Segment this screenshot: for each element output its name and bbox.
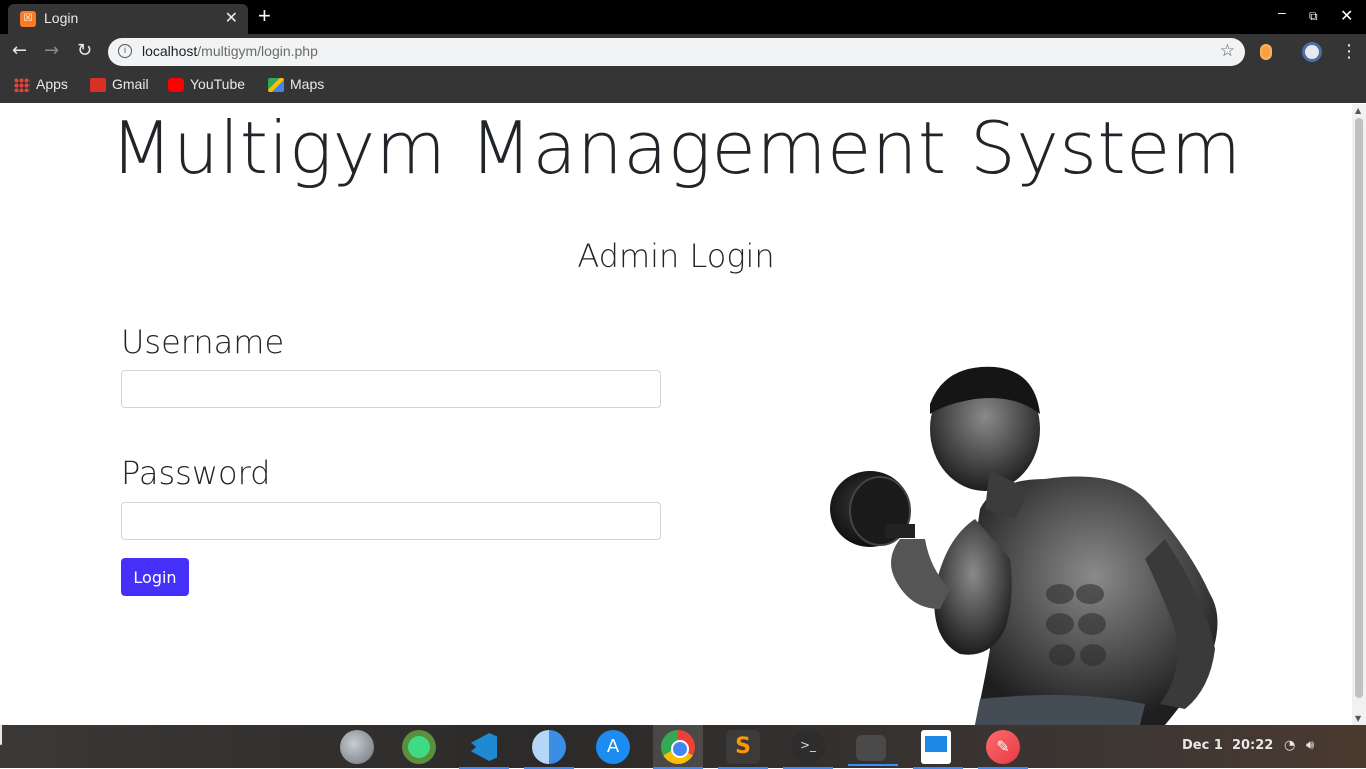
browser-toolbar: ← → ↻ i localhost/multigym/login.php ☆ ⋮ [0, 34, 1366, 70]
finder-app-icon[interactable] [524, 730, 574, 769]
bookmark-label: Gmail [112, 76, 149, 92]
writer-app-icon[interactable] [913, 730, 963, 769]
browser-tab-strip: ☒ Login ✕ + – ⧉ ✕ [0, 0, 1366, 34]
android-studio-app-icon[interactable] [402, 730, 436, 764]
username-label: Username [121, 323, 285, 361]
extension-icon[interactable] [1260, 44, 1272, 60]
reload-icon[interactable]: ↻ [77, 40, 92, 61]
url-host: localhost [142, 43, 198, 59]
clock-date: Dec 1 [1182, 738, 1223, 753]
info-icon[interactable]: i [118, 44, 132, 58]
scrollbar-thumb[interactable] [1355, 118, 1363, 698]
scroll-down-arrow-icon[interactable]: ▼ [1355, 714, 1361, 723]
menu-kebab-icon[interactable]: ⋮ [1340, 41, 1358, 62]
bookmark-label: Apps [36, 76, 68, 92]
bookmark-label: YouTube [190, 76, 246, 92]
password-input[interactable] [121, 502, 661, 540]
login-button[interactable]: Login [121, 558, 189, 596]
address-bar[interactable]: i localhost/multigym/login.php ☆ [108, 38, 1245, 66]
gmail-icon [90, 78, 106, 93]
terminal-app-icon[interactable]: >_ [783, 730, 833, 769]
clock-time: 20:22 [1231, 738, 1274, 753]
back-arrow-icon[interactable]: ← [12, 40, 27, 61]
sublime-text-app-icon[interactable]: S [718, 730, 768, 769]
username-input[interactable] [121, 370, 661, 408]
youtube-icon [168, 78, 184, 93]
tab-title: Login [44, 10, 79, 26]
volume-icon[interactable]: 🔊︎ [1306, 738, 1314, 753]
profile-avatar-icon[interactable] [1302, 42, 1322, 62]
window-minimize-button[interactable]: – [1278, 4, 1286, 20]
maps-icon [268, 78, 284, 93]
xampp-favicon-icon: ☒ [20, 11, 36, 27]
password-label: Password [121, 454, 271, 492]
scroll-up-arrow-icon[interactable]: ▲ [1355, 106, 1361, 115]
bookmark-maps[interactable]: Maps [268, 76, 325, 93]
new-tab-button[interactable]: + [258, 3, 271, 29]
clock[interactable]: Dec 1 20:22 [1182, 738, 1273, 753]
launchpad-app-icon[interactable] [340, 730, 374, 764]
page-subtitle: Admin Login [577, 237, 775, 275]
bookmark-star-icon[interactable]: ☆ [1220, 41, 1235, 61]
bookmark-youtube[interactable]: YouTube [168, 76, 246, 93]
window-close-button[interactable]: ✕ [1340, 6, 1353, 26]
apps-grid-icon [14, 78, 30, 93]
bookmark-gmail[interactable]: Gmail [90, 76, 149, 93]
bookmark-apps[interactable]: Apps [14, 76, 68, 93]
url-path: /multigym/login.php [197, 43, 318, 59]
os-taskbar: A S >_ ✎ Dec 1 20:22 ◔ 🔊︎ [0, 724, 1366, 769]
page-title: Multigym Management System [110, 106, 1242, 190]
app-store-app-icon[interactable]: A [596, 730, 630, 764]
bodybuilder-image [830, 366, 1218, 725]
wifi-icon[interactable]: ◔ [1284, 738, 1295, 753]
bookmark-label: Maps [290, 76, 325, 92]
page-scrollbar[interactable]: ▲ ▼ [1352, 104, 1366, 725]
vscode-app-icon[interactable] [459, 730, 509, 769]
battery-icon[interactable] [0, 724, 2, 745]
browser-tab[interactable]: ☒ Login ✕ [8, 4, 248, 34]
window-maximize-button[interactable]: ⧉ [1309, 9, 1318, 24]
drawing-app-icon[interactable]: ✎ [978, 730, 1028, 769]
files-app-icon[interactable] [848, 735, 898, 766]
page-content: Multigym Management System Admin Login U… [0, 104, 1352, 725]
bookmarks-bar: Apps Gmail YouTube Maps [0, 70, 1366, 103]
tab-close-icon[interactable]: ✕ [225, 8, 238, 27]
forward-arrow-icon[interactable]: → [44, 40, 59, 61]
url-text[interactable]: localhost/multigym/login.php [142, 43, 318, 59]
chrome-app-icon[interactable] [653, 730, 703, 769]
